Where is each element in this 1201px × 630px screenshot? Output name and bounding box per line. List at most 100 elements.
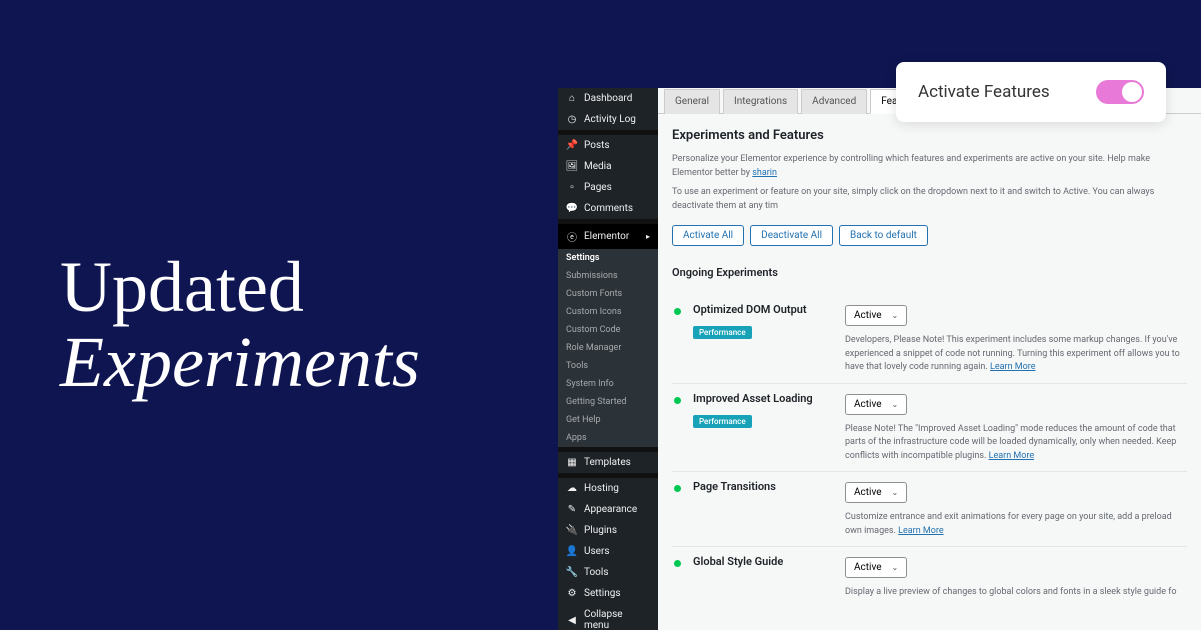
sidebar-item-dashboard[interactable]: ⌂Dashboard xyxy=(558,88,658,109)
sidebar-item-elementor[interactable]: ⓔ Elementor ▸ xyxy=(558,224,658,249)
status-dot-active xyxy=(674,397,681,404)
activate-features-toast: Activate Features xyxy=(896,62,1166,122)
status-dot-active xyxy=(674,485,681,492)
subitem-apps[interactable]: Apps xyxy=(558,429,658,447)
experiment-meta: Global Style Guide xyxy=(693,555,833,600)
subitem-submissions[interactable]: Submissions xyxy=(558,267,658,285)
sidebar-label: Hosting xyxy=(584,483,619,494)
experiment-desc: Customize entrance and exit animations f… xyxy=(845,511,1187,538)
back-default-button[interactable]: Back to default xyxy=(839,225,928,246)
tab-advanced[interactable]: Advanced xyxy=(801,89,867,114)
subitem-customcode[interactable]: Custom Code xyxy=(558,321,658,339)
status-dot-active xyxy=(674,560,681,567)
sidebar-item-hosting[interactable]: ☁ Hosting xyxy=(558,478,658,499)
sidebar-label: Tools xyxy=(584,567,608,578)
experiment-title: Improved Asset Loading xyxy=(693,392,833,405)
sidebar-item-plugins[interactable]: 🔌Plugins xyxy=(558,520,658,541)
subitem-customfonts[interactable]: Custom Fonts xyxy=(558,285,658,303)
experiment-desc: Developers, Please Note! This experiment… xyxy=(845,334,1187,375)
subitem-rolemanager[interactable]: Role Manager xyxy=(558,339,658,357)
experiment-controls: Active⌄ Please Note! The "Improved Asset… xyxy=(845,392,1187,464)
sidebar-label: Users xyxy=(584,546,610,557)
activate-all-button[interactable]: Activate All xyxy=(672,225,744,246)
status-dot-active xyxy=(674,308,681,315)
sidebar-item-users[interactable]: 👤Users xyxy=(558,541,658,562)
chevron-down-icon: ⌄ xyxy=(892,311,899,320)
cloud-icon: ☁ xyxy=(566,483,578,494)
activate-features-toggle[interactable] xyxy=(1096,80,1144,104)
templates-icon: ▦ xyxy=(566,457,578,468)
status-select[interactable]: Active⌄ xyxy=(845,482,907,503)
admin-sidebar: ⌂Dashboard ◷Activity Log 📌Posts 🖼Media ▫… xyxy=(558,88,658,630)
sliders-icon: ⚙ xyxy=(566,588,578,599)
sidebar-item-pages[interactable]: ▫Pages xyxy=(558,177,658,198)
toast-label: Activate Features xyxy=(918,82,1050,102)
experiment-desc: Please Note! The "Improved Asset Loading… xyxy=(845,423,1187,464)
deactivate-all-button[interactable]: Deactivate All xyxy=(750,225,833,246)
action-buttons: Activate All Deactivate All Back to defa… xyxy=(672,225,1187,246)
subitem-systeminfo[interactable]: System Info xyxy=(558,375,658,393)
experiment-row: Global Style Guide Active⌄ Display a liv… xyxy=(672,546,1187,600)
subitem-customicons[interactable]: Custom Icons xyxy=(558,303,658,321)
page-icon: ▫ xyxy=(566,182,578,193)
sidebar-item-collapse[interactable]: ◀ Collapse menu xyxy=(558,604,658,630)
chevron-right-icon: ▸ xyxy=(646,232,650,241)
media-icon: 🖼 xyxy=(566,161,578,172)
hero-heading: Updated Experiments xyxy=(60,246,420,404)
experiment-controls: Active⌄ Developers, Please Note! This ex… xyxy=(845,303,1187,375)
sidebar-label: Posts xyxy=(584,140,610,151)
learn-more-link[interactable]: Learn More xyxy=(989,451,1035,461)
status-select[interactable]: Active⌄ xyxy=(845,557,907,578)
status-select[interactable]: Active⌄ xyxy=(845,305,907,326)
subitem-gethelp[interactable]: Get Help xyxy=(558,411,658,429)
experiment-meta: Optimized DOM Output Performance xyxy=(693,303,833,375)
admin-panel: ⌂Dashboard ◷Activity Log 📌Posts 🖼Media ▫… xyxy=(558,88,1201,630)
experiment-controls: Active⌄ Customize entrance and exit anim… xyxy=(845,480,1187,538)
experiment-row: Optimized DOM Output Performance Active⌄… xyxy=(672,295,1187,375)
learn-more-link[interactable]: Learn More xyxy=(898,526,944,536)
sidebar-label: Comments xyxy=(584,203,633,214)
sidebar-item-posts[interactable]: 📌Posts xyxy=(558,135,658,156)
sidebar-item-templates[interactable]: ▦ Templates xyxy=(558,452,658,473)
experiment-title: Page Transitions xyxy=(693,480,833,493)
brush-icon: ✎ xyxy=(566,504,578,515)
sidebar-item-tools[interactable]: 🔧 Tools xyxy=(558,562,658,583)
subitem-settings[interactable]: Settings xyxy=(558,249,658,267)
tab-integrations[interactable]: Integrations xyxy=(723,89,798,114)
page-desc-2: To use an experiment or feature on your … xyxy=(672,186,1187,213)
experiment-desc: Display a live preview of changes to glo… xyxy=(845,586,1187,600)
hero-line2: Experiments xyxy=(60,321,420,404)
performance-badge: Performance xyxy=(693,415,752,428)
page-title: Experiments and Features xyxy=(672,128,1187,143)
tab-general[interactable]: General xyxy=(664,89,720,114)
chevron-down-icon: ⌄ xyxy=(892,563,899,572)
experiment-meta: Improved Asset Loading Performance xyxy=(693,392,833,464)
elementor-icon: ⓔ xyxy=(566,229,578,244)
subitem-tools[interactable]: Tools xyxy=(558,357,658,375)
comment-icon: 💬 xyxy=(566,203,578,214)
subitem-gettingstarted[interactable]: Getting Started xyxy=(558,393,658,411)
chevron-down-icon: ⌄ xyxy=(892,488,899,497)
sidebar-label: Dashboard xyxy=(584,93,632,104)
wrench-icon: 🔧 xyxy=(566,567,578,578)
sidebar-item-settings[interactable]: ⚙Settings xyxy=(558,583,658,604)
experiment-row: Improved Asset Loading Performance Activ… xyxy=(672,383,1187,464)
experiment-title: Global Style Guide xyxy=(693,555,833,568)
clock-icon: ◷ xyxy=(566,114,578,125)
sidebar-label: Templates xyxy=(584,457,631,468)
collapse-icon: ◀ xyxy=(566,615,578,626)
ongoing-heading: Ongoing Experiments xyxy=(672,266,1187,279)
sharing-link[interactable]: sharin xyxy=(752,168,777,178)
status-select[interactable]: Active⌄ xyxy=(845,394,907,415)
sidebar-item-appearance[interactable]: ✎ Appearance xyxy=(558,499,658,520)
sidebar-label: Elementor xyxy=(584,231,629,242)
content-area: General Integrations Advanced Features E… xyxy=(658,88,1201,630)
sidebar-item-comments[interactable]: 💬 Comments xyxy=(558,198,658,219)
sidebar-item-activity[interactable]: ◷Activity Log xyxy=(558,109,658,130)
sidebar-item-media[interactable]: 🖼Media xyxy=(558,156,658,177)
experiment-controls: Active⌄ Display a live preview of change… xyxy=(845,555,1187,600)
learn-more-link[interactable]: Learn More xyxy=(990,362,1036,372)
sidebar-label: Collapse menu xyxy=(584,609,650,630)
sidebar-label: Appearance xyxy=(584,504,637,515)
experiment-title: Optimized DOM Output xyxy=(693,303,833,316)
